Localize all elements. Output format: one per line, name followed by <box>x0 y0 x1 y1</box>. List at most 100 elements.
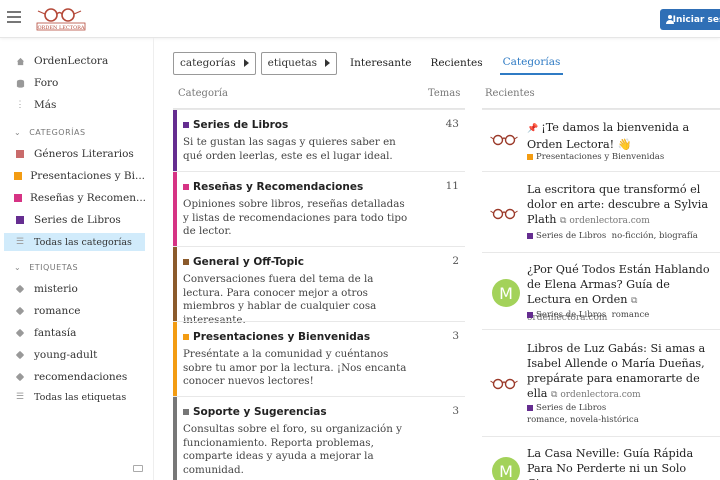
topic-title[interactable]: La Casa Neville: Guía Rápida Para No Per… <box>527 446 712 480</box>
topic-title[interactable]: 📌 ¡Te damos la bienvenida a Orden Lectora… <box>527 120 712 152</box>
external-link-host[interactable]: ⧉ ordenlectora.com <box>560 216 650 226</box>
category-color-swatch <box>183 184 189 190</box>
sidebar-tag-misterio[interactable]: misterio <box>4 280 145 298</box>
user-icon <box>666 15 673 24</box>
caret-right-icon <box>325 59 331 67</box>
sidebar-category-resenas[interactable]: Reseñas y Recomen... <box>4 189 145 207</box>
sidebar-all-tags[interactable]: ☰ Todas las etiquetas <box>4 388 145 406</box>
category-name: General y Off-Topic <box>193 256 304 268</box>
category-description: Si te gustan las sagas y quieres saber e… <box>183 136 396 162</box>
category-title[interactable]: General y Off-Topic <box>183 256 304 268</box>
nav-link-categorias[interactable]: Categorías <box>499 51 564 75</box>
sidebar-item-label: Más <box>34 99 57 111</box>
category-name: Reseñas y Recomendaciones <box>193 181 364 193</box>
category-name: Series de Libros <box>193 119 289 131</box>
recent-topic[interactable]: Libros de Luz Gabás: Si amas a Isabel Al… <box>482 329 720 436</box>
category-title[interactable]: Presentaciones y Bienvenidas <box>183 331 370 343</box>
external-link-host[interactable]: ⧉ ordenlectora.com <box>551 390 641 400</box>
sidebar-item-label: Foro <box>34 77 59 89</box>
sidebar-category-presentaciones[interactable]: Presentaciones y Bi... <box>4 167 145 185</box>
topic-title[interactable]: La escritora que transformó el dolor en … <box>527 182 712 229</box>
tag-icon <box>15 328 25 338</box>
list-icon: ☰ <box>15 237 25 247</box>
category-color-swatch <box>183 409 189 415</box>
categories-heading: CATEGORÍAS <box>29 128 86 137</box>
recent-topic[interactable]: La escritora que transformó el dolor en … <box>482 171 720 252</box>
category-row[interactable]: Series de Libros Si te gustan las sagas … <box>173 109 465 171</box>
category-title[interactable]: Reseñas y Recomendaciones <box>183 181 363 193</box>
category-color-swatch <box>183 122 189 128</box>
sidebar-all-categories[interactable]: ☰ Todas las categorías <box>4 233 145 251</box>
sidebar-category-series[interactable]: Series de Libros <box>4 211 145 229</box>
tag-icon <box>15 350 25 360</box>
category-topic-count: 3 <box>452 405 459 417</box>
topic-tags[interactable]: romance, novela-histórica <box>527 415 639 425</box>
topic-category[interactable]: Series de Libros <box>536 403 606 413</box>
sidebar-item-home[interactable]: OrdenLectora <box>4 52 145 70</box>
categories-section-toggle[interactable]: ⌄ CATEGORÍAS <box>14 128 86 137</box>
sidebar-tag-romance[interactable]: romance <box>4 302 145 320</box>
category-color-swatch <box>183 334 189 340</box>
category-row[interactable]: Reseñas y Recomendaciones Opiniones sobr… <box>173 171 465 246</box>
sidebar-tag-fantasia[interactable]: fantasía <box>4 324 145 342</box>
category-color-bar <box>173 172 177 246</box>
keyboard-shortcuts-icon[interactable] <box>133 465 143 472</box>
sidebar-item-label: Reseñas y Recomen... <box>30 192 145 204</box>
column-header-recent: Recientes <box>485 88 535 99</box>
tags-dropdown[interactable]: etiquetas <box>260 51 338 75</box>
category-color-bar <box>173 397 177 480</box>
user-avatar[interactable]: M <box>492 279 520 307</box>
category-topic-count: 43 <box>445 118 459 130</box>
topic-category[interactable]: Series de Libros <box>536 231 606 241</box>
sidebar-item-label: OrdenLectora <box>34 55 109 67</box>
sidebar-item-forum[interactable]: Foro <box>4 74 145 92</box>
tags-section-toggle[interactable]: ⌄ ETIQUETAS <box>14 263 78 272</box>
nav-link-interesante[interactable]: Interesante <box>350 52 411 74</box>
category-name: Soporte y Sugerencias <box>193 406 327 418</box>
sidebar-category-generos[interactable]: Géneros Literarios <box>4 145 145 163</box>
tags-heading: ETIQUETAS <box>29 263 79 272</box>
recent-topic[interactable]: M ¿Por Qué Todos Están Hablando de Elena… <box>482 252 720 329</box>
tag-icon <box>15 306 25 316</box>
hamburger-menu-icon[interactable] <box>7 11 21 23</box>
sidebar-tag-recomendaciones[interactable]: recomendaciones <box>4 368 145 386</box>
tag-icon <box>15 372 25 382</box>
site-logo[interactable]: ORDEN LECTORA <box>34 4 88 32</box>
category-row[interactable]: General y Off-Topic Conversaciones fuera… <box>173 246 465 326</box>
topic-tags[interactable]: romance <box>612 310 650 320</box>
sidebar-item-label: Géneros Literarios <box>34 148 134 160</box>
recent-topic[interactable]: 📌 ¡Te damos la bienvenida a Orden Lectora… <box>482 109 720 171</box>
topic-meta: Presentaciones y Bienvenidas <box>527 151 717 163</box>
category-topic-count: 11 <box>445 180 459 192</box>
site-header: ORDEN LECTORA Iniciar sesión <box>0 0 720 38</box>
nav-link-recientes[interactable]: Recientes <box>430 52 482 74</box>
category-topic-count: 2 <box>452 255 459 267</box>
login-button[interactable]: Iniciar sesión <box>660 9 720 30</box>
category-color-swatch <box>527 232 533 239</box>
category-description: Consultas sobre el foro, su organización… <box>183 423 402 476</box>
category-color-bar <box>173 322 177 396</box>
topic-category[interactable]: Series de Libros <box>536 310 606 320</box>
logo-text: ORDEN LECTORA <box>37 25 84 31</box>
category-color-swatch <box>527 404 533 411</box>
sidebar-item-more[interactable]: ⋮ Más <box>4 96 145 114</box>
topic-title-text: ¿Por Qué Todos Están Hablando de Elena A… <box>527 263 710 306</box>
user-avatar[interactable]: M <box>492 457 520 480</box>
recent-topic[interactable]: M La Casa Neville: Guía Rápida Para No P… <box>482 436 720 480</box>
forum-icon <box>14 79 26 88</box>
category-row[interactable]: Soporte y Sugerencias Consultas sobre el… <box>173 396 465 480</box>
glasses-avatar-icon <box>490 208 518 220</box>
category-title[interactable]: Series de Libros <box>183 119 288 131</box>
sidebar-tag-young-adult[interactable]: young-adult <box>4 346 145 364</box>
category-color-bar <box>173 110 177 171</box>
topic-title[interactable]: Libros de Luz Gabás: Si amas a Isabel Al… <box>527 341 712 403</box>
category-description: Preséntate a la comunidad y cuéntanos so… <box>183 348 407 387</box>
list-icon: ☰ <box>15 392 25 402</box>
category-name: Presentaciones y Bienvenidas <box>193 331 371 343</box>
category-title[interactable]: Soporte y Sugerencias <box>183 406 327 418</box>
topic-tags[interactable]: no-ficción, biografía <box>612 231 698 241</box>
categories-dropdown[interactable]: categorías <box>173 51 256 75</box>
topic-category[interactable]: Presentaciones y Bienvenidas <box>536 152 664 162</box>
category-row[interactable]: Presentaciones y Bienvenidas Preséntate … <box>173 321 465 396</box>
category-color-swatch <box>16 150 24 158</box>
